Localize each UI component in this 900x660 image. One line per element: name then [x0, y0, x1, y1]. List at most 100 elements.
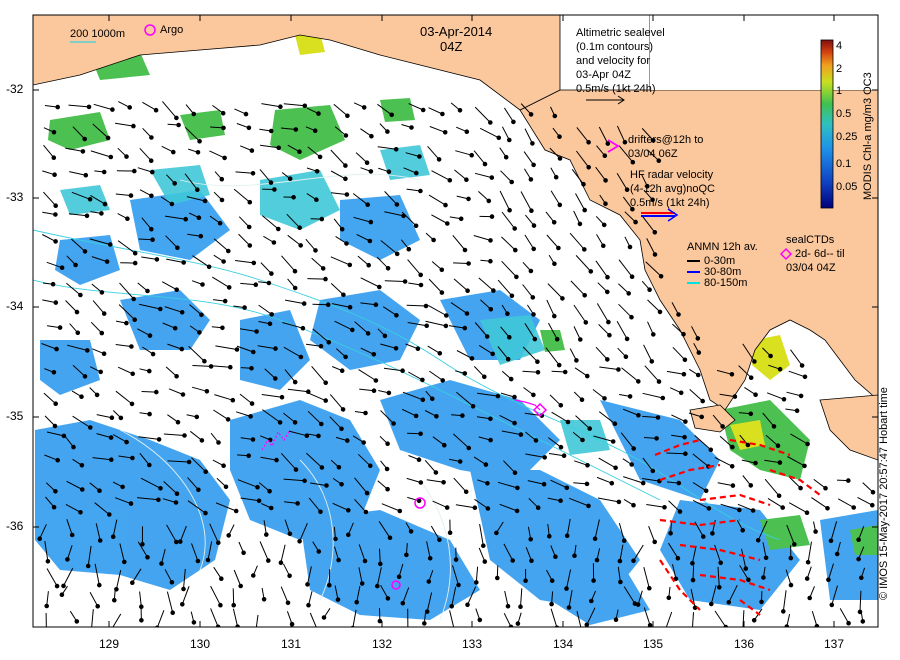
velocity-arrow-head: [552, 261, 557, 267]
velocity-arrow-head: [652, 539, 658, 545]
velocity-arrow-head: [297, 539, 302, 544]
velocity-arrow-head: [846, 620, 851, 626]
velocity-arrow-head: [79, 394, 84, 400]
velocity-arrow-head: [347, 304, 353, 310]
velocity-arrow-head: [222, 298, 228, 304]
velocity-arrow-head: [856, 537, 861, 543]
velocity-arrow-head: [404, 552, 409, 558]
velocity-arrow-head: [690, 561, 695, 566]
velocity-arrow-head: [102, 201, 108, 207]
velocity-arrow-head: [491, 288, 496, 293]
velocity-arrow-head: [203, 469, 208, 475]
velocity-arrow-head: [415, 346, 421, 352]
velocity-arrow-head: [552, 113, 558, 119]
velocity-arrow-head: [605, 357, 610, 362]
velocity-arrow-head: [561, 453, 567, 459]
y-tick-label: -36: [6, 519, 24, 533]
velocity-arrow-head: [186, 459, 192, 465]
velocity-arrow-head: [373, 302, 379, 308]
velocity-arrow-head: [420, 397, 426, 403]
velocity-arrow-head: [530, 141, 535, 146]
velocity-arrow: [307, 278, 326, 280]
drifter-legend-line-2: 03/04 06Z: [628, 148, 678, 160]
velocity-arrow-head: [708, 447, 714, 453]
velocity-arrow-head: [320, 266, 326, 271]
velocity-arrow-head: [268, 505, 274, 511]
velocity-arrow-head: [197, 330, 202, 335]
velocity-arrow-head: [287, 531, 293, 537]
velocity-arrow-head: [261, 597, 267, 602]
velocity-arrow-head: [241, 550, 246, 556]
velocity-arrow-head: [469, 152, 475, 158]
velocity-arrow-head: [781, 609, 786, 614]
velocity-arrow-head: [462, 371, 468, 376]
velocity-arrow-head: [291, 195, 296, 200]
velocity-arrow-head: [363, 509, 369, 515]
velocity-arrow-head: [336, 465, 342, 470]
velocity-arrow-head: [486, 198, 492, 204]
velocity-arrow-head: [156, 497, 161, 503]
velocity-arrow-head: [609, 480, 615, 486]
velocity-arrow-head: [514, 274, 519, 280]
velocity-arrow-head: [73, 262, 78, 268]
velocity-arrow-head: [363, 410, 368, 416]
velocity-arrow-head: [326, 340, 332, 345]
hf-radar-legend-line-1: HF radar velocity: [630, 169, 714, 181]
velocity-arrow-head: [416, 498, 422, 504]
velocity-arrow-head: [541, 481, 547, 487]
velocity-arrow-head: [377, 284, 382, 290]
velocity-arrow-head: [629, 274, 635, 280]
velocity-arrow-head: [255, 484, 260, 490]
velocity-arrow-head: [199, 438, 205, 443]
velocity-arrow-head: [335, 597, 341, 602]
velocity-arrow-head: [345, 438, 350, 443]
velocity-arrow-head: [194, 414, 200, 420]
velocity-arrow-head: [755, 538, 761, 543]
velocity-arrow-head: [529, 558, 534, 564]
velocity-arrow-head: [496, 135, 502, 141]
velocity-arrow-head: [748, 411, 754, 417]
velocity-arrow-head: [564, 586, 569, 591]
velocity-arrow-head: [266, 558, 271, 563]
velocity-arrow-head: [178, 539, 183, 544]
velocity-arrow-head: [312, 128, 318, 133]
drifter-legend-line-1: drifters@12h to: [628, 134, 704, 146]
velocity-arrow-head: [221, 259, 226, 264]
velocity-arrow-head: [846, 478, 851, 483]
velocity-arrow-head: [535, 370, 541, 375]
velocity-arrow-head: [621, 538, 627, 544]
velocity-arrow-head: [706, 506, 712, 511]
map-time: 04Z: [440, 39, 463, 54]
velocity-arrow-head: [368, 219, 374, 225]
velocity-arrow-head: [226, 285, 232, 290]
velocity-arrow-head: [226, 533, 231, 538]
velocity-arrow-head: [172, 181, 177, 186]
x-tick-label: 134: [553, 637, 574, 651]
velocity-arrow-head: [798, 485, 803, 491]
velocity-arrow-head: [400, 600, 406, 606]
velocity-arrow-head: [179, 310, 185, 315]
velocity-arrow-head: [373, 378, 379, 383]
velocity-arrow-head: [584, 622, 590, 627]
velocity-arrow-head: [297, 149, 302, 154]
velocity-arrow-head: [132, 168, 137, 174]
velocity-arrow-head: [272, 187, 277, 192]
velocity-arrow-head: [616, 367, 621, 372]
velocity-arrow-head: [586, 140, 591, 145]
velocity-arrow-head: [605, 289, 610, 295]
velocity-arrow-head: [298, 243, 304, 248]
velocity-arrow-head: [430, 396, 435, 402]
velocity-arrow-head: [558, 444, 564, 450]
velocity-arrow-head: [651, 332, 656, 337]
velocity-arrow-head: [59, 592, 65, 598]
velocity-arrow-head: [657, 309, 663, 315]
velocity-arrow-head: [794, 408, 800, 414]
velocity-arrow-head: [424, 323, 430, 329]
velocity-arrow-head: [515, 485, 520, 491]
velocity-arrow-head: [453, 557, 459, 562]
velocity-arrow-head: [771, 424, 777, 429]
velocity-arrow-head: [586, 165, 592, 170]
velocity-arrow-head: [267, 488, 272, 494]
velocity-arrow-head: [361, 105, 367, 110]
velocity-arrow-head: [354, 599, 360, 605]
